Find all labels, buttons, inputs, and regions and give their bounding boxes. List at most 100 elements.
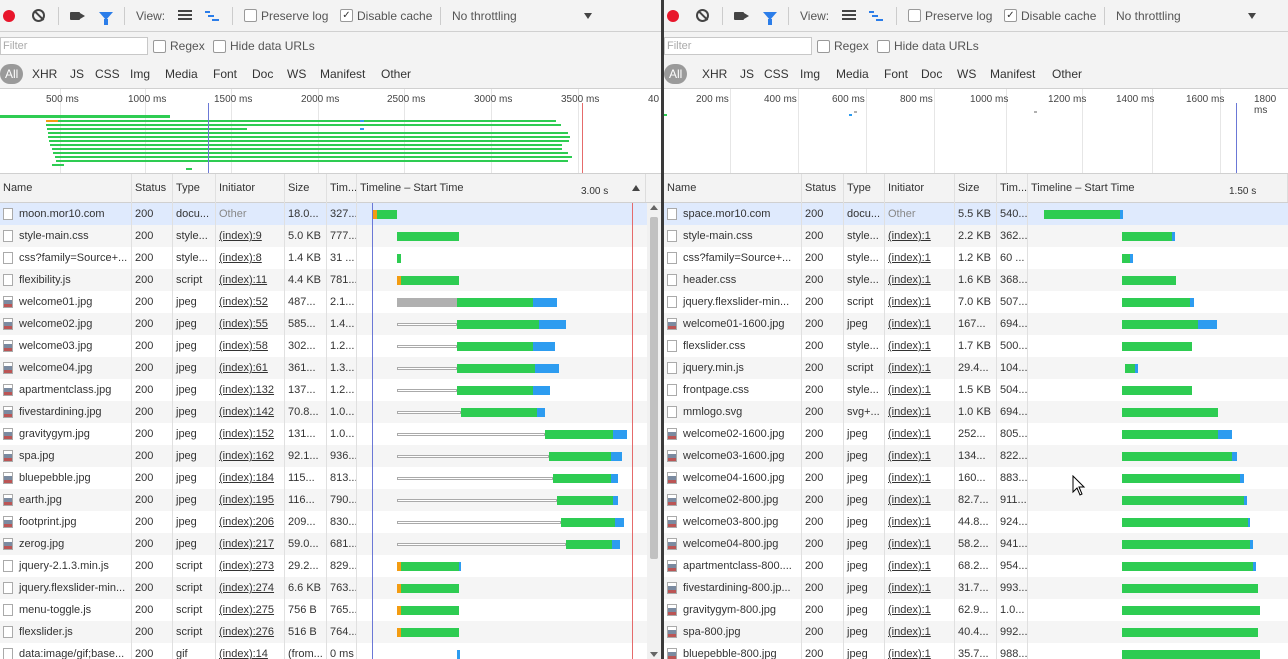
type-filter-other[interactable]: Other: [381, 64, 411, 84]
request-row[interactable]: apartmentclass.jpg 200 jpeg (index):132 137.…: [0, 379, 661, 401]
column-header-size[interactable]: Size: [955, 174, 997, 202]
capture-screenshots-button[interactable]: [70, 0, 85, 31]
checkbox-box-checked[interactable]: ✓: [340, 9, 353, 22]
type-filter-css[interactable]: CSS: [95, 64, 120, 84]
request-initiator[interactable]: (index):1: [885, 291, 955, 313]
request-row[interactable]: menu-toggle.js 200 script (index):275 756 B 7…: [0, 599, 661, 621]
checkbox-box-checked[interactable]: ✓: [1004, 9, 1017, 22]
type-filter-font[interactable]: Font: [213, 64, 237, 84]
checkbox-box[interactable]: [817, 39, 830, 53]
request-initiator[interactable]: (index):1: [885, 555, 955, 577]
request-row[interactable]: footprint.jpg 200 jpeg (index):206 209... 830…: [0, 511, 661, 533]
type-filter-other[interactable]: Other: [1052, 64, 1082, 84]
request-initiator[interactable]: (index):1: [885, 643, 955, 659]
column-header-status[interactable]: Status: [132, 174, 173, 202]
type-filter-manifest[interactable]: Manifest: [320, 64, 365, 84]
request-row[interactable]: header.css 200 style... (index):1 1.6 KB 368.…: [664, 269, 1288, 291]
request-initiator[interactable]: (index):206: [216, 511, 285, 533]
type-filter-manifest[interactable]: Manifest: [990, 64, 1035, 84]
disable-cache-checkbox[interactable]: ✓ Disable cache: [340, 0, 432, 31]
request-row[interactable]: jquery.min.js 200 script (index):1 29.4... 10…: [664, 357, 1288, 379]
request-initiator[interactable]: (index):132: [216, 379, 285, 401]
request-initiator[interactable]: (index):184: [216, 467, 285, 489]
record-button[interactable]: [667, 0, 679, 31]
column-header-type[interactable]: Type: [173, 174, 216, 202]
request-row[interactable]: apartmentclass-800.... 200 jpeg (index):1 68…: [664, 555, 1288, 577]
request-row[interactable]: style-main.css 200 style... (index):1 2.2 KB…: [664, 225, 1288, 247]
sort-ascending-icon[interactable]: [632, 185, 640, 191]
request-initiator[interactable]: (index):273: [216, 555, 285, 577]
request-row[interactable]: welcome03.jpg 200 jpeg (index):58 302... 1.2.…: [0, 335, 661, 357]
request-row[interactable]: welcome04-800.jpg 200 jpeg (index):1 58.2...…: [664, 533, 1288, 555]
request-row[interactable]: frontpage.css 200 style... (index):1 1.5 KB 5…: [664, 379, 1288, 401]
column-header-initiator[interactable]: Initiator: [216, 174, 285, 202]
preserve-log-checkbox[interactable]: Preserve log: [908, 0, 992, 31]
request-row[interactable]: flexibility.js 200 script (index):11 4.4 KB 7…: [0, 269, 661, 291]
column-header-status[interactable]: Status: [802, 174, 844, 202]
request-row[interactable]: data:image/gif;base... 200 gif (index):14 (f…: [0, 643, 661, 659]
request-initiator[interactable]: (index):1: [885, 225, 955, 247]
request-row[interactable]: welcome02-800.jpg 200 jpeg (index):1 82.7...…: [664, 489, 1288, 511]
request-initiator[interactable]: (index):1: [885, 489, 955, 511]
request-initiator[interactable]: (index):55: [216, 313, 285, 335]
vertical-scrollbar[interactable]: [647, 203, 661, 659]
filter-input[interactable]: Filter: [0, 37, 148, 55]
type-filter-media[interactable]: Media: [836, 64, 869, 84]
request-row[interactable]: welcome04-1600.jpg 200 jpeg (index):1 160...…: [664, 467, 1288, 489]
request-row[interactable]: space.mor10.com 200 docu... Other 5.5 KB 540.…: [664, 203, 1288, 225]
scroll-down-arrow[interactable]: [650, 652, 658, 657]
request-initiator[interactable]: (index):142: [216, 401, 285, 423]
type-filter-xhr[interactable]: XHR: [32, 64, 57, 84]
request-initiator[interactable]: (index):1: [885, 511, 955, 533]
request-initiator[interactable]: (index):274: [216, 577, 285, 599]
request-initiator[interactable]: (index):217: [216, 533, 285, 555]
filter-toggle-button[interactable]: [763, 0, 777, 31]
request-initiator[interactable]: (index):61: [216, 357, 285, 379]
request-initiator[interactable]: (index):1: [885, 467, 955, 489]
type-filter-font[interactable]: Font: [884, 64, 908, 84]
request-row[interactable]: welcome02.jpg 200 jpeg (index):55 585... 1.4.…: [0, 313, 661, 335]
regex-checkbox[interactable]: Regex: [153, 32, 205, 60]
type-filter-js[interactable]: JS: [740, 64, 754, 84]
regex-checkbox[interactable]: Regex: [817, 32, 869, 60]
chevron-down-icon[interactable]: [1248, 0, 1256, 31]
hide-data-urls-checkbox[interactable]: Hide data URLs: [213, 32, 315, 60]
large-rows-button[interactable]: [842, 0, 856, 31]
request-row[interactable]: flexslider.js 200 script (index):276 516 B 76…: [0, 621, 661, 643]
filter-toggle-button[interactable]: [99, 0, 113, 31]
request-initiator[interactable]: (index):152: [216, 423, 285, 445]
column-header-size[interactable]: Size: [285, 174, 327, 202]
request-initiator[interactable]: (index):1: [885, 313, 955, 335]
request-initiator[interactable]: (index):162: [216, 445, 285, 467]
request-initiator[interactable]: (index):14: [216, 643, 285, 659]
type-filter-ws[interactable]: WS: [287, 64, 306, 84]
request-row[interactable]: style-main.css 200 style... (index):9 5.0 KB…: [0, 225, 661, 247]
clear-button[interactable]: [696, 0, 709, 31]
request-row[interactable]: bluepebble.jpg 200 jpeg (index):184 115... 81…: [0, 467, 661, 489]
column-header-time[interactable]: Tim...: [997, 174, 1028, 202]
request-row[interactable]: mmlogo.svg 200 svg+... (index):1 1.0 KB 694..…: [664, 401, 1288, 423]
scroll-up-arrow[interactable]: [650, 205, 658, 210]
request-initiator[interactable]: (index):1: [885, 401, 955, 423]
column-header-time[interactable]: Tim...: [327, 174, 357, 202]
type-filter-all[interactable]: All: [664, 64, 688, 84]
request-initiator[interactable]: (index):1: [885, 599, 955, 621]
type-filter-css[interactable]: CSS: [764, 64, 789, 84]
checkbox-box[interactable]: [244, 9, 257, 22]
request-row[interactable]: css?family=Source+... 200 style... (index):…: [0, 247, 661, 269]
request-initiator[interactable]: (index):1: [885, 445, 955, 467]
column-header-name[interactable]: Name: [664, 174, 802, 202]
column-header-type[interactable]: Type: [844, 174, 885, 202]
type-filter-js[interactable]: JS: [70, 64, 84, 84]
type-filter-img[interactable]: Img: [800, 64, 820, 84]
request-row[interactable]: gravitygym-800.jpg 200 jpeg (index):1 62.9..…: [664, 599, 1288, 621]
hide-data-urls-checkbox[interactable]: Hide data URLs: [877, 32, 979, 60]
request-row[interactable]: bluepebble-800.jpg 200 jpeg (index):1 35.7..…: [664, 643, 1288, 659]
request-initiator[interactable]: (index):1: [885, 533, 955, 555]
request-initiator[interactable]: (index):9: [216, 225, 285, 247]
overview-toggle-button[interactable]: [869, 0, 883, 31]
request-row[interactable]: fivestardining-800.jp... 200 jpeg (index):1…: [664, 577, 1288, 599]
request-initiator[interactable]: (index):1: [885, 423, 955, 445]
request-initiator[interactable]: (index):1: [885, 379, 955, 401]
chevron-down-icon[interactable]: [584, 0, 592, 31]
